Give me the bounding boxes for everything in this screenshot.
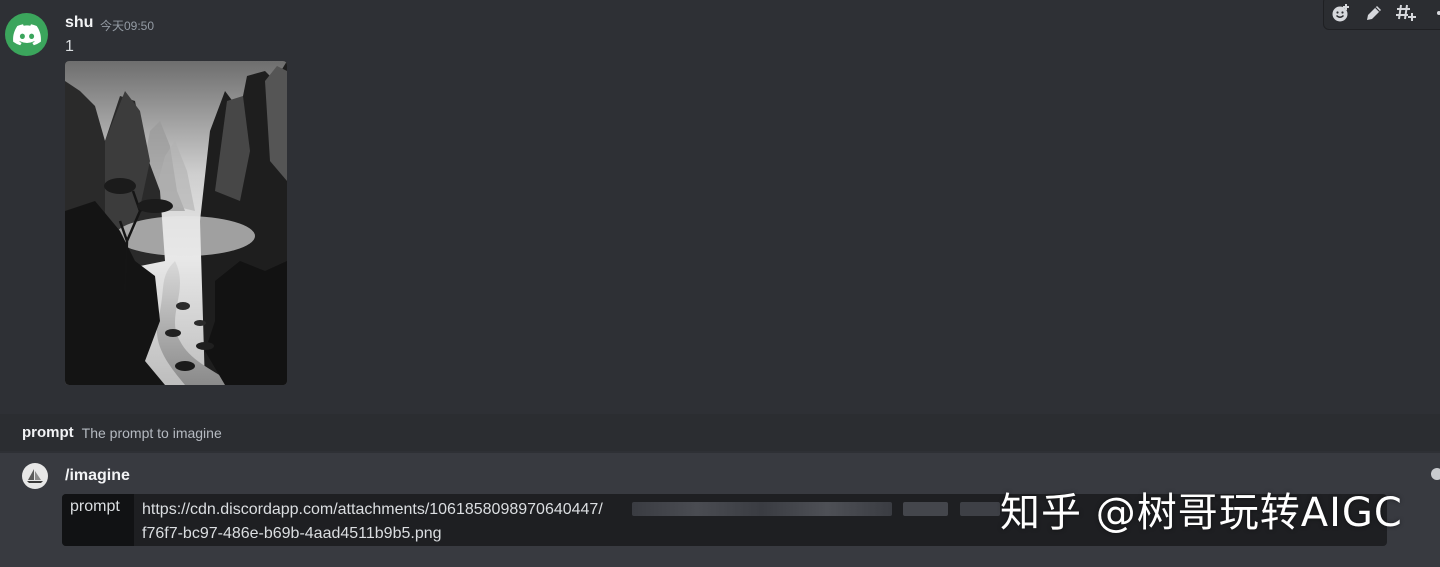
discord-avatar[interactable] — [5, 13, 48, 56]
option-label: prompt — [62, 494, 134, 546]
username[interactable]: shu — [65, 14, 93, 32]
create-thread-icon — [1396, 4, 1417, 21]
option-value[interactable]: https://cdn.discordapp.com/attachments/1… — [142, 498, 632, 546]
edit-icon — [1366, 6, 1381, 20]
chat-message: shu 今天09:50 1 — [0, 0, 1440, 400]
edit-button[interactable] — [1363, 0, 1386, 26]
create-thread-button[interactable] — [1395, 0, 1418, 26]
more-button[interactable] — [1428, 0, 1440, 26]
timestamp: 今天09:50 — [100, 19, 155, 33]
hint-option-label: prompt — [22, 424, 74, 441]
message-text: 1 — [65, 38, 74, 55]
ink-wash-landscape-image — [65, 61, 287, 385]
watermark: 知乎 @树哥玩转AIGC — [1000, 490, 1403, 536]
redacted-text — [903, 502, 948, 516]
message-toolbar — [1323, 0, 1440, 30]
scroll-indicator — [1431, 468, 1440, 480]
hint-option-description: The prompt to imagine — [81, 424, 222, 441]
discord-logo-icon — [12, 23, 41, 45]
add-reaction-icon — [1332, 4, 1350, 22]
image-attachment[interactable] — [65, 61, 287, 385]
bot-avatar — [22, 463, 48, 489]
command-name: /imagine — [65, 467, 130, 484]
more-icon — [1436, 11, 1440, 15]
command-option-hint: prompt The prompt to imagine — [0, 414, 1440, 451]
redacted-text — [632, 502, 892, 516]
option-value-line2: f76f7-bc97-486e-b69b-4aad4511b9b5.png — [142, 525, 442, 542]
add-reaction-button[interactable] — [1330, 0, 1353, 26]
redacted-text — [960, 502, 1000, 516]
option-value-line1: https://cdn.discordapp.com/attachments/1… — [142, 501, 603, 518]
sailboat-icon — [27, 469, 43, 483]
